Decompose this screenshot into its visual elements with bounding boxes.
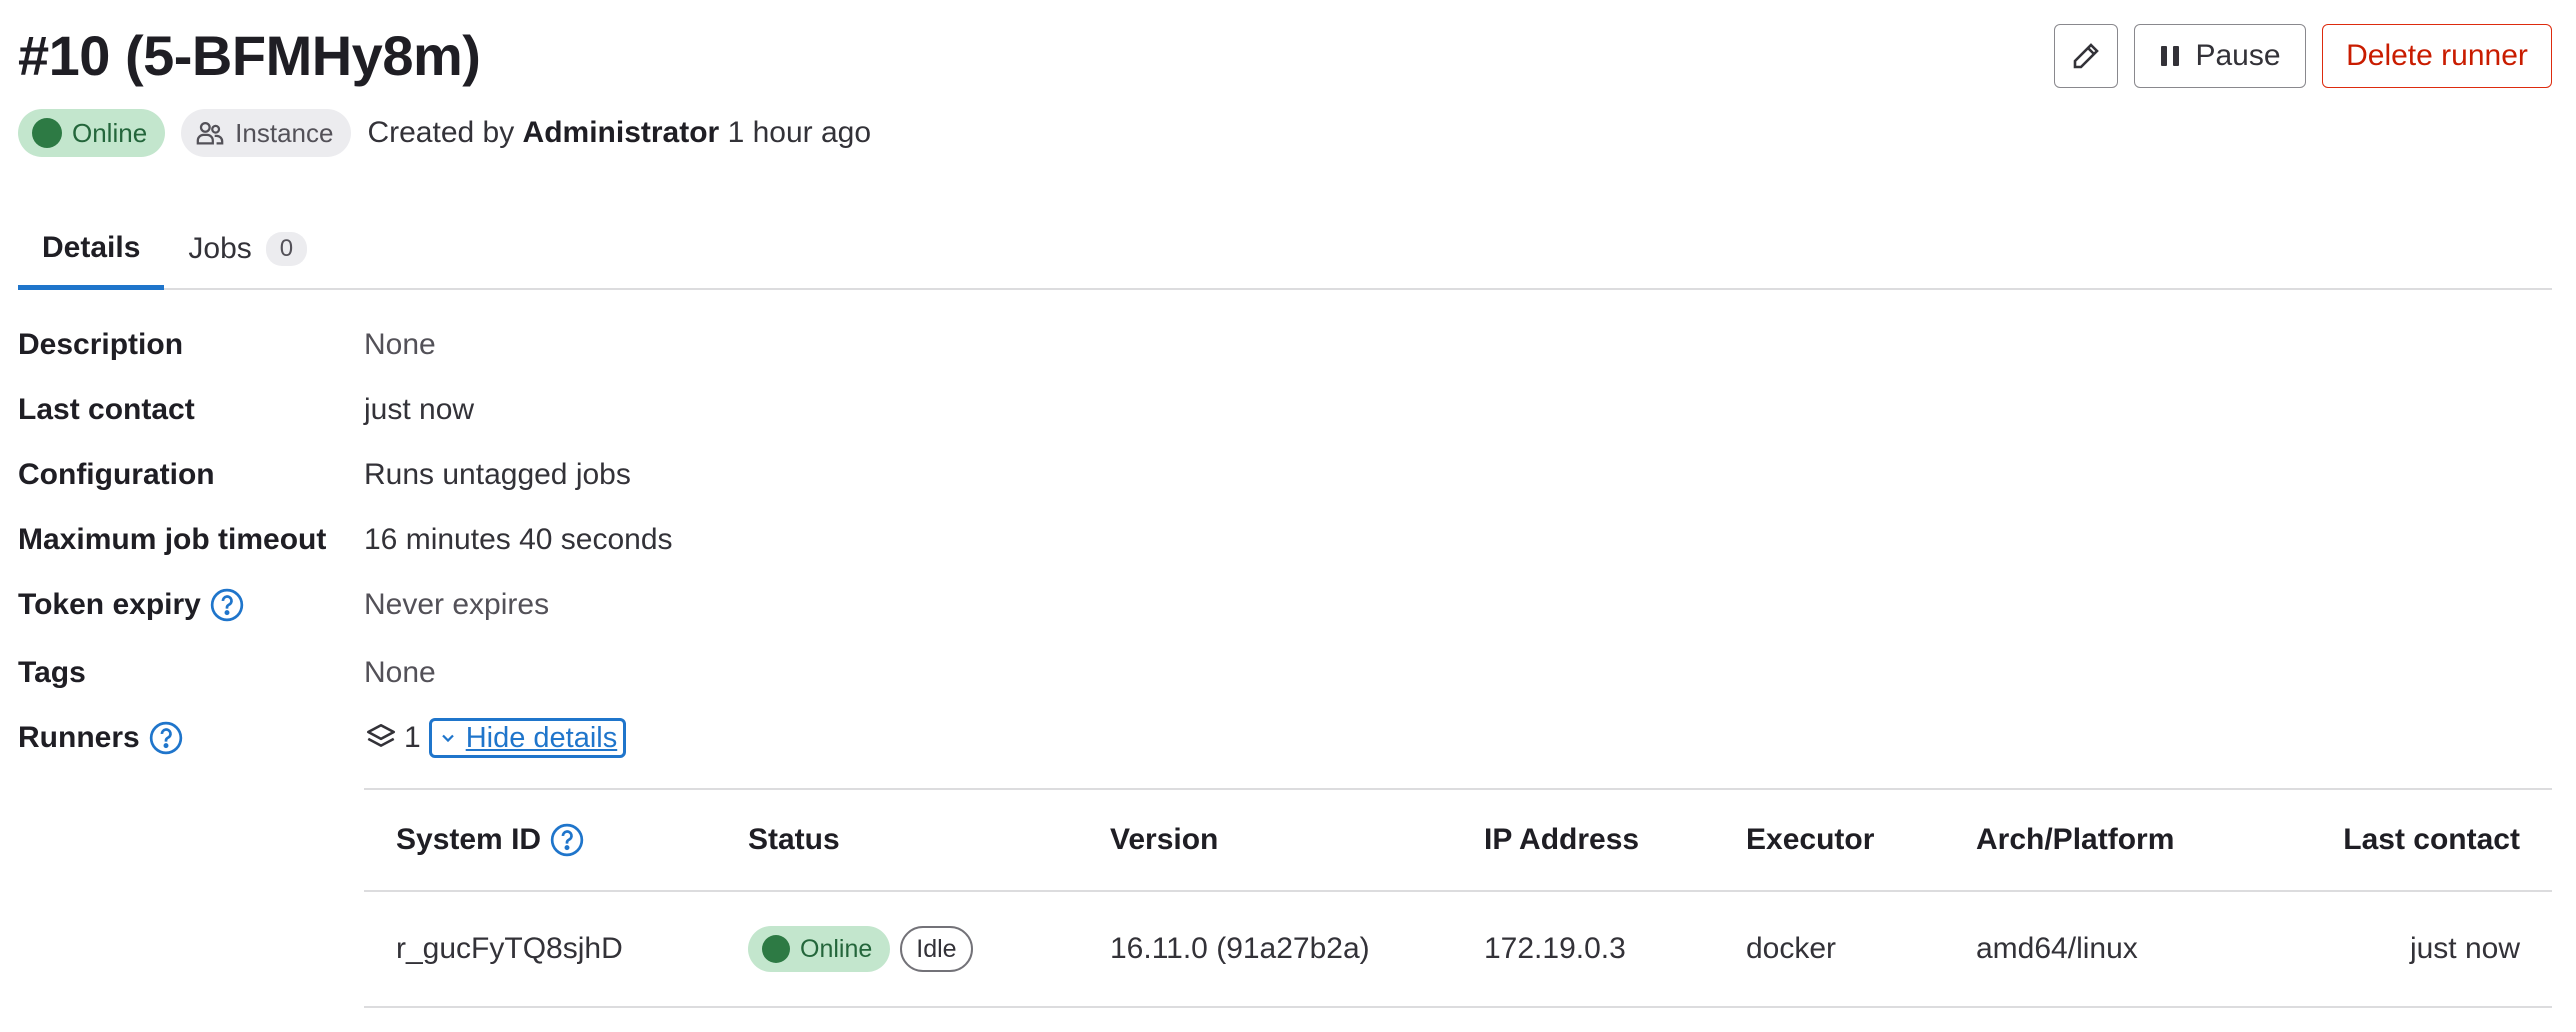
max-timeout-label: Maximum job timeout	[18, 523, 327, 556]
users-icon	[196, 121, 224, 145]
col-arch-platform: Arch/Platform	[1976, 823, 2175, 856]
runner-type-badge: Instance	[181, 109, 352, 157]
pencil-icon	[2073, 43, 2099, 69]
token-expiry-value: Never expires	[364, 588, 550, 621]
detail-row-tags: Tags None	[18, 648, 918, 698]
status-badge-label: Online	[800, 934, 873, 963]
chevron-down-icon	[441, 734, 454, 743]
created-prefix: Created by	[367, 116, 515, 149]
hide-details-link[interactable]: Hide details	[428, 718, 627, 758]
help-icon[interactable]	[209, 587, 245, 623]
runners-count: 1	[404, 721, 421, 754]
detail-row-last-contact: Last contact just now	[18, 385, 918, 435]
pause-label: Pause	[2195, 39, 2281, 72]
tab-jobs-label: Jobs	[188, 232, 252, 265]
status-badge-label: Online	[72, 117, 148, 148]
idle-badge: Idle	[900, 926, 973, 972]
col-executor: Executor	[1746, 823, 1875, 856]
jobs-count-badge: 0	[265, 232, 308, 266]
online-status-icon	[762, 935, 790, 963]
col-system-id: System ID	[396, 790, 585, 890]
last-contact-value: just now	[364, 393, 475, 426]
max-timeout-value: 16 minutes 40 seconds	[364, 523, 673, 556]
delete-runner-button[interactable]: Delete runner	[2322, 24, 2552, 88]
online-status-icon	[32, 118, 62, 148]
tags-value: None	[364, 656, 436, 689]
page-title: #10 (5-BFMHy8m)	[18, 24, 481, 87]
stack-icon	[366, 723, 396, 747]
cell-status: Online Idle	[748, 892, 973, 1006]
tab-jobs[interactable]: Jobs 0	[164, 210, 331, 288]
col-ip-address: IP Address	[1484, 823, 1640, 856]
pause-icon	[2161, 46, 2180, 66]
last-contact-label: Last contact	[18, 393, 195, 426]
col-last-contact: Last contact	[2343, 823, 2520, 856]
created-by-user[interactable]: Administrator	[523, 116, 720, 149]
table-header-row: System ID Status Version IP Address Exec…	[364, 790, 2552, 892]
cell-executor: docker	[1746, 932, 1837, 965]
tab-bar: Details Jobs 0	[18, 210, 2552, 290]
pause-button[interactable]: Pause	[2134, 24, 2306, 88]
col-status: Status	[748, 823, 840, 856]
runners-label-group: Runners	[18, 720, 364, 756]
runners-label: Runners	[18, 721, 140, 754]
tab-details-label: Details	[42, 230, 141, 264]
cell-arch-platform: amd64/linux	[1976, 932, 2138, 965]
runner-type-label: Instance	[235, 117, 334, 148]
tab-details[interactable]: Details	[18, 210, 165, 290]
hide-details-label: Hide details	[465, 721, 618, 754]
detail-row-runners: Runners 1 Hide details	[18, 713, 918, 763]
cell-version: 16.11.0 (91a27b2a)	[1110, 932, 1370, 965]
edit-button[interactable]	[2054, 24, 2118, 88]
cell-last-contact: just now	[2409, 932, 2520, 965]
table-row: r_gucFyTQ8sjhD Online Idle 16.11.0 (91a2…	[364, 892, 2552, 1008]
created-info: Created by Administrator 1 hour ago	[367, 116, 871, 150]
detail-row-configuration: Configuration Runs untagged jobs	[18, 450, 918, 500]
configuration-value: Runs untagged jobs	[364, 458, 631, 491]
detail-row-token-expiry: Token expiry Never expires	[18, 580, 918, 630]
runners-value: 1 Hide details	[364, 718, 627, 758]
header-actions: Pause Delete runner	[2054, 24, 2552, 88]
token-expiry-label-group: Token expiry	[18, 587, 364, 623]
delete-label: Delete runner	[2346, 39, 2528, 72]
detail-row-description: Description None	[18, 320, 918, 370]
runner-details-page: #10 (5-BFMHy8m) Pause Delete runner Onli…	[0, 0, 2576, 1032]
cell-system-id: r_gucFyTQ8sjhD	[396, 932, 623, 965]
status-badge: Online	[748, 926, 891, 972]
status-badge: Online	[18, 109, 166, 157]
col-version: Version	[1110, 823, 1219, 856]
configuration-label: Configuration	[18, 458, 215, 491]
created-time: 1 hour ago	[727, 116, 872, 149]
token-expiry-label: Token expiry	[18, 588, 201, 621]
col-system-id-label: System ID	[396, 823, 542, 856]
cell-ip-address: 172.19.0.3	[1484, 932, 1626, 965]
help-icon[interactable]	[549, 822, 585, 858]
runner-meta: Online Instance Created by Administrator…	[18, 108, 871, 158]
description-label: Description	[18, 328, 184, 361]
help-icon[interactable]	[148, 720, 184, 756]
detail-row-max-timeout: Maximum job timeout 16 minutes 40 second…	[18, 515, 918, 565]
runner-managers-table: System ID Status Version IP Address Exec…	[364, 788, 2552, 1008]
tags-label: Tags	[18, 656, 86, 689]
description-value: None	[364, 328, 436, 361]
